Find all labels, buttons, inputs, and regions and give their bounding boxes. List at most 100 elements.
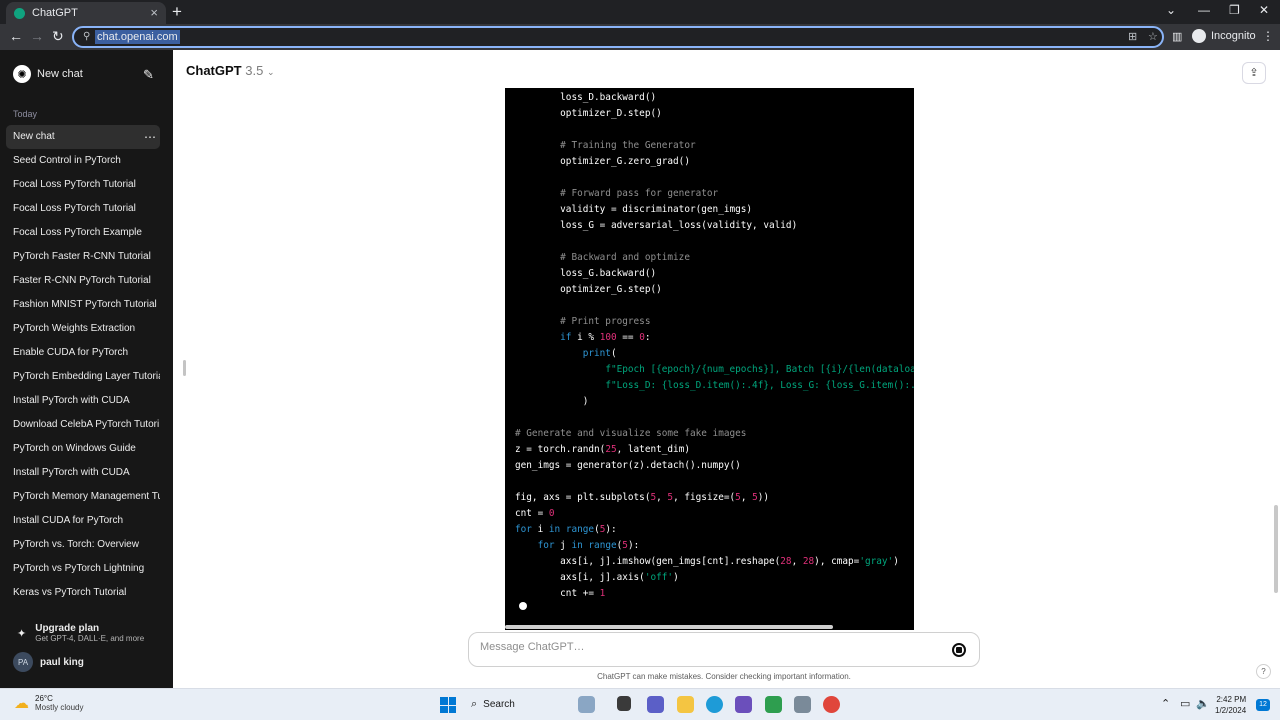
- notification-badge[interactable]: 12: [1256, 699, 1270, 711]
- code-token: ,: [740, 492, 753, 503]
- clock-date: 1/2/2024: [1215, 706, 1247, 715]
- minimize-icon[interactable]: —: [1198, 3, 1210, 17]
- bookmark-star-icon[interactable]: ☆: [1148, 30, 1158, 43]
- code-line: # Print progress: [515, 314, 914, 330]
- model-selector[interactable]: ChatGPT 3.5 ⌄: [186, 63, 275, 78]
- upgrade-plan-button[interactable]: ✦ Upgrade plan Get GPT-4, DALL·E, and mo…: [17, 623, 144, 643]
- code-line: for j in range(5):: [515, 538, 914, 554]
- sidebar-chat-item[interactable]: Install CUDA for PyTorch: [6, 509, 160, 533]
- teams-app-icon[interactable]: [647, 696, 664, 713]
- stop-generating-button[interactable]: [952, 643, 966, 657]
- sidebar-chat-item[interactable]: Focal Loss PyTorch Tutorial: [6, 173, 160, 197]
- sidebar-chat-item[interactable]: Focal Loss PyTorch Tutorial: [6, 197, 160, 221]
- widgets-app-icon[interactable]: [578, 696, 595, 713]
- new-tab-icon[interactable]: +: [172, 2, 182, 22]
- code-line: z = torch.randn(25, latent_dim): [515, 442, 914, 458]
- sidebar-chat-item[interactable]: Fashion MNIST PyTorch Tutorial: [6, 293, 160, 317]
- code-line: optimizer_G.step(): [515, 282, 914, 298]
- page-scrollbar[interactable]: [1274, 505, 1278, 593]
- tray-overflow-icon[interactable]: ⌃: [1161, 697, 1170, 710]
- browser-toolbar: ← → ↻ ⚲ chat.openai.com ⊞ ☆ ▥ Incognito …: [0, 24, 1280, 50]
- sidebar-chat-item[interactable]: Install PyTorch with CUDA: [6, 461, 160, 485]
- browser-menu-icon[interactable]: ⋮: [1262, 29, 1274, 43]
- system-clock[interactable]: 2:42 PM 1/2/2024: [1215, 694, 1246, 716]
- sidebar-chat-item[interactable]: PyTorch Faster R-CNN Tutorial: [6, 245, 160, 269]
- message-input[interactable]: [480, 641, 920, 653]
- edge-browser-icon[interactable]: [706, 696, 723, 713]
- sidebar-chat-item[interactable]: PyTorch vs PyTorch Lightning: [6, 557, 160, 581]
- network-icon[interactable]: ▭: [1180, 697, 1190, 710]
- upgrade-title: Upgrade plan: [35, 623, 100, 634]
- new-chat-button[interactable]: ✺ New chat: [13, 65, 83, 83]
- file-explorer-icon[interactable]: [677, 696, 694, 713]
- code-token: 'gray': [859, 556, 894, 567]
- site-info-icon[interactable]: ⚲: [83, 31, 90, 42]
- code-token: loss_D.backward(): [515, 92, 657, 103]
- code-line: axs[i, j].axis('off'): [515, 570, 914, 586]
- sidebar-chat-item-label: Focal Loss PyTorch Example: [13, 227, 142, 238]
- spreadsheet-app-icon[interactable]: [765, 696, 782, 713]
- incognito-indicator[interactable]: Incognito: [1192, 29, 1256, 43]
- code-token: ): [893, 556, 899, 567]
- code-block: loss_D.backward() optimizer_D.step() # T…: [505, 88, 914, 630]
- volume-icon[interactable]: 🔈: [1196, 697, 1210, 710]
- sidebar-chat-item[interactable]: Focal Loss PyTorch Example: [6, 221, 160, 245]
- address-bar[interactable]: ⚲ chat.openai.com ⊞ ☆: [72, 26, 1164, 48]
- side-panel-icon[interactable]: ▥: [1172, 30, 1182, 43]
- code-token: # Backward and optimize: [560, 252, 690, 263]
- user-menu[interactable]: PA paul king: [13, 652, 84, 672]
- code-token: loss_G.backward(): [515, 268, 657, 279]
- sidebar-chat-item[interactable]: New chat ⋯: [6, 125, 160, 149]
- close-tab-icon[interactable]: ×: [150, 5, 158, 20]
- code-token: j: [554, 540, 572, 551]
- main-panel: ChatGPT 3.5 ⌄ ⇪ loss_D.backward() optimi…: [173, 50, 1280, 688]
- sidebar-chat-item[interactable]: PyTorch Memory Management Tu: [6, 485, 160, 509]
- sidebar-chat-item[interactable]: Keras vs PyTorch Tutorial: [6, 581, 160, 605]
- help-button[interactable]: ?: [1256, 664, 1271, 679]
- vpn-app-icon[interactable]: [735, 696, 752, 713]
- install-app-icon[interactable]: ⊞: [1128, 30, 1137, 43]
- sidebar-chat-item-label: Install PyTorch with CUDA: [13, 395, 130, 406]
- sidebar-chat-item[interactable]: PyTorch on Windows Guide: [6, 437, 160, 461]
- forward-icon[interactable]: →: [30, 28, 44, 44]
- weather-widget[interactable]: ☁ 26°C Mostly cloudy: [14, 694, 83, 712]
- browser-tab[interactable]: ChatGPT ×: [6, 2, 166, 24]
- tab-search-icon[interactable]: ⌄: [1166, 3, 1176, 17]
- network-app-icon[interactable]: [794, 696, 811, 713]
- restore-icon[interactable]: ❐: [1229, 3, 1240, 17]
- close-window-icon[interactable]: ✕: [1259, 3, 1269, 17]
- sidebar-toggle-handle[interactable]: [183, 360, 186, 376]
- code-token: cnt +=: [515, 588, 600, 599]
- code-line: axs[i, j].imshow(gen_imgs[cnt].reshape(2…: [515, 554, 914, 570]
- sidebar-chat-item[interactable]: Faster R-CNN PyTorch Tutorial: [6, 269, 160, 293]
- sidebar-chat-item[interactable]: Enable CUDA for PyTorch: [6, 341, 160, 365]
- compose-icon[interactable]: ✎: [143, 67, 154, 83]
- code-line: cnt += 1: [515, 586, 914, 602]
- url-text[interactable]: chat.openai.com: [95, 30, 180, 44]
- code-token: print: [582, 348, 611, 359]
- terminal-app-icon[interactable]: [617, 696, 631, 711]
- reload-icon[interactable]: ↻: [52, 28, 64, 45]
- code-line: ): [515, 394, 914, 410]
- back-icon[interactable]: ←: [9, 28, 23, 44]
- share-icon[interactable]: ⇪: [1242, 62, 1266, 84]
- sidebar-chat-item[interactable]: PyTorch Embedding Layer Tutoria: [6, 365, 160, 389]
- sidebar-chat-item[interactable]: PyTorch Weights Extraction: [6, 317, 160, 341]
- sidebar-chat-item[interactable]: Download CelebA PyTorch Tutori: [6, 413, 160, 437]
- chrome-browser-icon[interactable]: [823, 696, 840, 713]
- new-chat-label: New chat: [37, 68, 83, 80]
- windows-start-icon[interactable]: [440, 697, 456, 713]
- message-composer[interactable]: [468, 632, 980, 667]
- code-token: in: [548, 524, 561, 535]
- sidebar-chat-item[interactable]: PyTorch vs. Torch: Overview: [6, 533, 160, 557]
- taskbar-search[interactable]: ⌕ Search: [471, 698, 515, 711]
- sidebar-chat-item[interactable]: Seed Control in PyTorch: [6, 149, 160, 173]
- disclaimer-text: ChatGPT can make mistakes. Consider chec…: [597, 672, 851, 681]
- sidebar-chat-item[interactable]: Install PyTorch with CUDA: [6, 389, 160, 413]
- code-line: cnt = 0: [515, 506, 914, 522]
- more-options-icon[interactable]: ⋯: [144, 125, 156, 149]
- code-horizontal-scrollbar[interactable]: [505, 625, 833, 629]
